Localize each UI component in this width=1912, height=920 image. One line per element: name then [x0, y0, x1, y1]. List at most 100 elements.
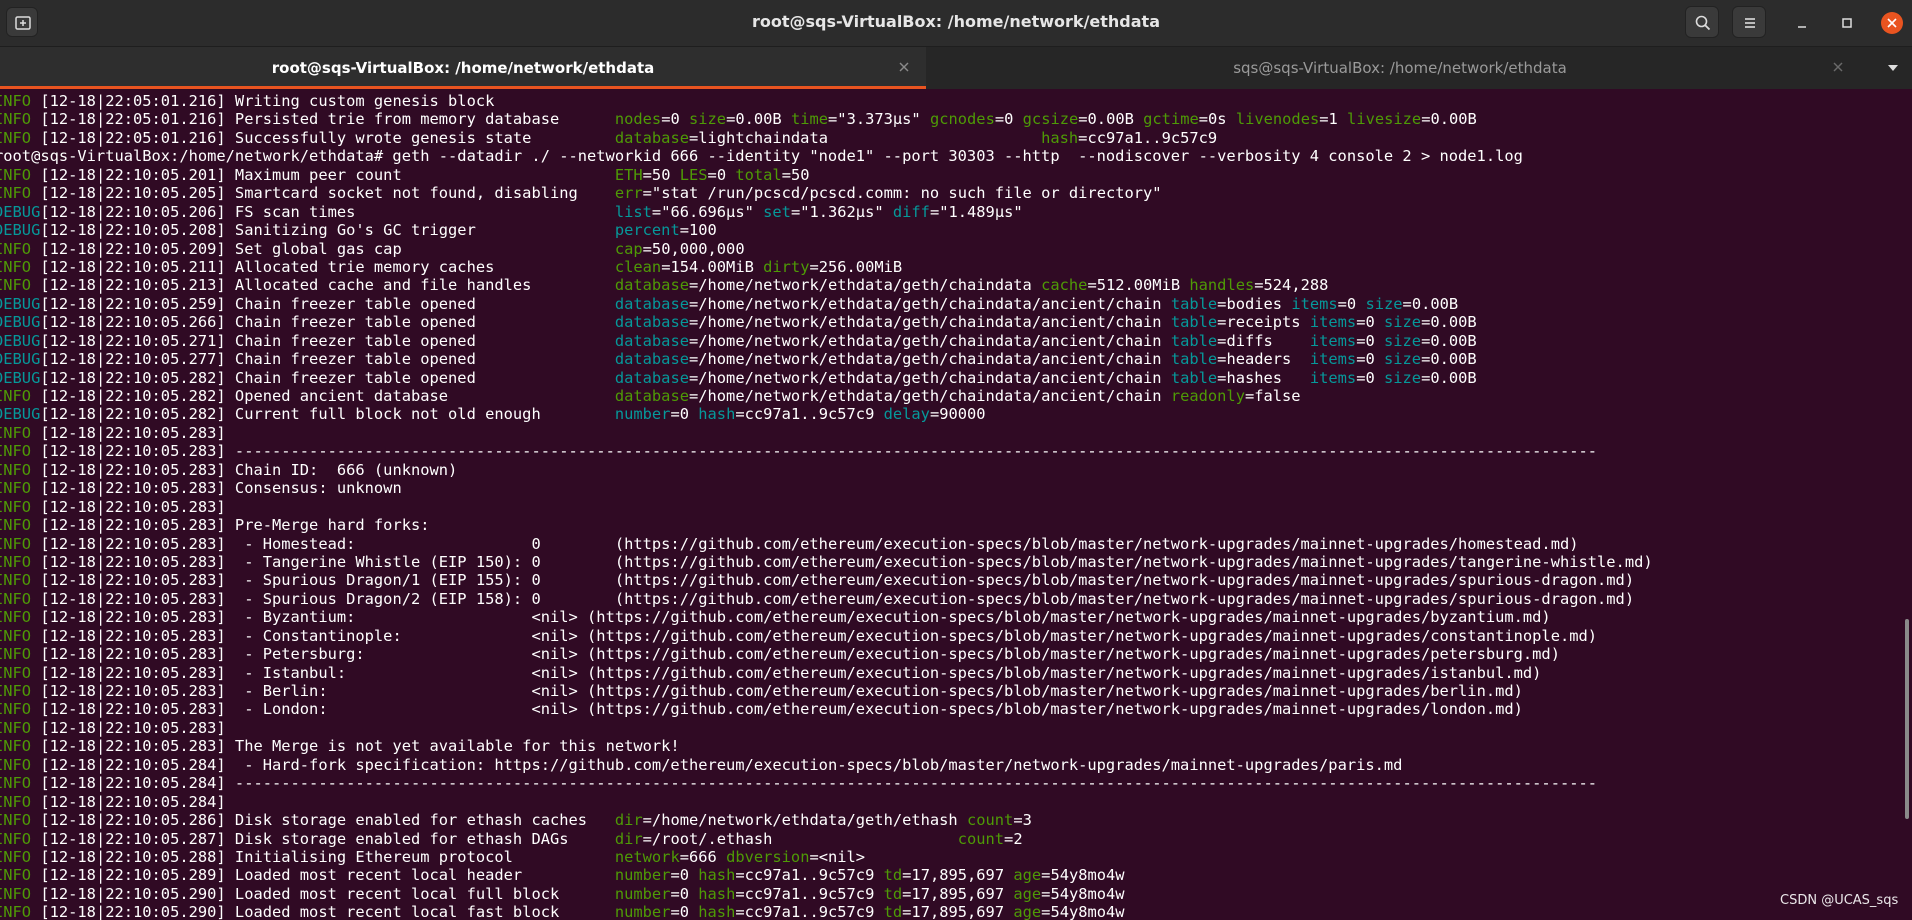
log-key: handles [1189, 276, 1255, 295]
log-level: INFO [0, 552, 32, 571]
log-level: INFO [0, 682, 32, 700]
log-level: INFO [0, 755, 32, 774]
log-level: INFO [0, 534, 32, 553]
log-text: [12-18|22:10:05.283] - Constantinople: <… [40, 626, 1598, 645]
log-key: list [614, 202, 652, 221]
terminal-lines: INFO [12-18|22:05:01.216] Writing custom… [0, 92, 1659, 920]
log-key: database [614, 294, 689, 313]
terminal-line: INFO [12-18|22:10:05.283] - Byzantium: <… [0, 608, 1653, 626]
log-text: =cc97a1..9c57c9 [1078, 128, 1218, 147]
log-key: age [1013, 884, 1042, 903]
log-key: td [883, 903, 903, 920]
log-level: INFO [0, 903, 32, 920]
log-key: size [1365, 294, 1403, 313]
log-key: dirty [763, 257, 810, 276]
log-level: INFO [0, 128, 32, 147]
log-text: [12-18|22:10:05.205] Smartcard socket no… [40, 184, 615, 203]
log-key: database [614, 276, 689, 295]
tab-close-icon[interactable] [896, 59, 912, 75]
log-text: [12-18|22:10:05.206] FS scan times [40, 202, 615, 221]
log-key: hash [698, 866, 736, 885]
tab-sqs-terminal[interactable]: sqs@sqs-VirtualBox: /home/network/ethdat… [926, 47, 1874, 89]
log-text: [12-18|22:10:05.283] - Spurious Dragon/2… [40, 589, 1635, 608]
terminal-line: INFO [12-18|22:10:05.283] Pre-Merge hard… [0, 516, 1653, 534]
log-text: =54y8mo4w [1041, 866, 1125, 885]
log-text: [12-18|22:10:05.201] Maximum peer count [40, 165, 615, 184]
log-level: DEBUG [0, 368, 41, 387]
log-key: cache [1041, 276, 1088, 295]
log-text: root@sqs-VirtualBox:/home/network/ethdat… [0, 147, 1523, 166]
log-level: INFO [0, 110, 32, 129]
log-text: [12-18|22:10:05.284] [40, 792, 226, 811]
log-text: [12-18|22:10:05.284] - Hard-fork specifi… [40, 755, 1403, 774]
log-level: INFO [0, 516, 32, 535]
terminal-line: INFO [12-18|22:10:05.283] - Spurious Dra… [0, 571, 1653, 589]
terminal-line: INFO [12-18|22:10:05.211] Allocated trie… [0, 258, 1653, 276]
terminal-output[interactable]: INFO [12-18|22:05:01.216] Writing custom… [0, 89, 1912, 920]
log-key: table [1170, 331, 1218, 350]
search-icon [1695, 15, 1711, 31]
log-key: gcsize [1022, 110, 1079, 129]
log-text: [12-18|22:10:05.271] Chain freezer table… [40, 331, 615, 350]
log-text: =/home/network/ethdata/geth/chaindata [688, 276, 1042, 295]
log-key: delay [883, 405, 930, 424]
log-level: INFO [0, 423, 32, 442]
log-key: dir [614, 829, 643, 848]
log-key: table [1170, 350, 1218, 369]
log-level: INFO [0, 792, 32, 811]
log-text: =0 [707, 165, 736, 184]
log-key: items [1309, 331, 1357, 350]
log-level: INFO [0, 479, 32, 498]
log-text: [12-18|22:10:05.283] Pre-Merge hard fork… [40, 516, 430, 535]
log-text: =2 [1004, 829, 1023, 848]
tab-root-terminal[interactable]: root@sqs-VirtualBox: /home/network/ethda… [0, 47, 926, 89]
log-level: DEBUG [0, 405, 41, 424]
terminal-line: INFO [12-18|22:10:05.201] Maximum peer c… [0, 166, 1653, 184]
log-key: td [883, 884, 903, 903]
terminal-line: INFO [12-18|22:10:05.284] [0, 793, 1653, 811]
terminal-line: DEBUG[12-18|22:10:05.208] Sanitizing Go'… [0, 221, 1653, 239]
window-title: root@sqs-VirtualBox: /home/network/ethda… [752, 12, 1160, 31]
scrollbar[interactable] [1905, 619, 1909, 819]
log-text: [12-18|22:05:01.216] Successfully wrote … [40, 128, 615, 147]
log-level: DEBUG [0, 313, 41, 332]
log-text: =/home/network/ethdata/geth/chaindata/an… [688, 313, 1171, 332]
log-text: =17,895,697 [902, 903, 1014, 920]
tab-list-button[interactable] [1874, 47, 1912, 89]
terminal-line: INFO [12-18|22:10:05.283] [0, 424, 1653, 442]
menu-button[interactable] [1732, 6, 1766, 38]
log-text: =0.00B [1421, 313, 1477, 332]
log-level: INFO [0, 718, 32, 737]
terminal-line: INFO [12-18|22:10:05.288] Initialising E… [0, 848, 1653, 866]
log-text: =90000 [929, 405, 986, 424]
log-text: =0 [670, 866, 699, 885]
log-key: table [1170, 294, 1218, 313]
log-text: [12-18|22:10:05.283] - London: <nil> (ht… [40, 700, 1523, 719]
log-level: INFO [0, 847, 32, 866]
close-window-button[interactable] [1881, 12, 1903, 34]
log-text: =0.00B [1421, 368, 1477, 387]
minimize-icon[interactable] [1792, 13, 1812, 33]
log-text: =50 [642, 165, 680, 184]
log-text: =154.00MiB [661, 257, 764, 276]
log-key: database [614, 128, 689, 147]
maximize-icon[interactable] [1837, 13, 1857, 33]
log-key: livesize [1347, 110, 1422, 129]
log-text: [12-18|22:10:05.283] - Petersburg: <nil>… [40, 645, 1560, 664]
log-text: [12-18|22:10:05.283] - Byzantium: <nil> … [40, 608, 1551, 627]
chevron-down-icon [1888, 65, 1898, 71]
log-text: ="66.696µs" [651, 202, 764, 221]
log-text: =hashes [1217, 368, 1310, 387]
log-text: =0 [661, 110, 689, 129]
log-key: database [614, 368, 689, 387]
log-key: number [614, 903, 671, 920]
log-text: [12-18|22:05:01.216] Persisted trie from… [40, 110, 615, 129]
log-text: [12-18|22:10:05.282] Opened ancient data… [40, 387, 615, 405]
log-text: =receipts [1217, 313, 1310, 332]
terminal-line: INFO [12-18|22:05:01.216] Persisted trie… [0, 110, 1653, 128]
search-button[interactable] [1685, 6, 1719, 38]
log-text: [12-18|22:10:05.283] Chain ID: 666 (unkn… [40, 460, 458, 479]
log-text: ="1.489µs" [929, 202, 1023, 221]
terminal-line: DEBUG[12-18|22:10:05.282] Current full b… [0, 405, 1653, 423]
tab-close-icon[interactable] [1830, 59, 1846, 75]
